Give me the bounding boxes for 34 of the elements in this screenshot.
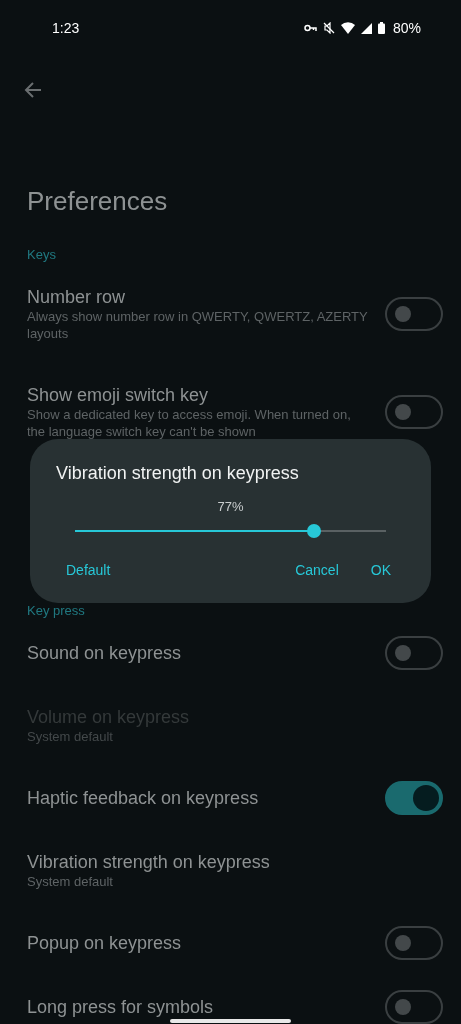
toggle-switch[interactable] bbox=[385, 926, 443, 960]
home-indicator[interactable] bbox=[170, 1019, 291, 1023]
section-header: Keys bbox=[27, 247, 57, 263]
dialog-button[interactable]: OK bbox=[370, 558, 391, 582]
toggle-switch[interactable] bbox=[385, 781, 443, 815]
slider-value: 77% bbox=[217, 499, 244, 515]
setting-title[interactable]: Sound on keypress bbox=[27, 642, 369, 664]
mute-icon bbox=[322, 22, 335, 34]
dialog-button[interactable]: Default bbox=[66, 558, 111, 582]
setting-title[interactable]: Haptic feedback on keypress bbox=[27, 787, 369, 809]
toggle-switch[interactable] bbox=[385, 636, 443, 670]
wifi-icon bbox=[340, 22, 355, 34]
key-icon bbox=[303, 24, 317, 32]
section-header: Key press bbox=[27, 603, 86, 619]
setting-title[interactable]: Show emoji switch key bbox=[27, 384, 369, 406]
status-time: 1:23 bbox=[52, 20, 81, 36]
toggle-switch[interactable] bbox=[385, 395, 443, 429]
setting-title[interactable]: Number row bbox=[27, 286, 369, 308]
battery-icon bbox=[377, 22, 385, 34]
setting-summary: Always show number row in QWERTY, QWERTZ, AZERTY layouts bbox=[27, 308, 369, 342]
setting-summary: Show a dedicated key to access emoji. When turned on, the language switch key can't be shown bbox=[27, 406, 352, 440]
signal-icon bbox=[360, 22, 372, 34]
dialog-button[interactable]: Cancel bbox=[295, 558, 339, 582]
toggle-switch[interactable] bbox=[385, 297, 443, 331]
battery-percent: 80% bbox=[392, 20, 421, 36]
dialog-title: Vibration strength on keypress bbox=[56, 462, 300, 485]
slider-thumb[interactable] bbox=[307, 524, 322, 538]
setting-summary: System default bbox=[27, 873, 114, 890]
page-title: Preferences bbox=[27, 186, 169, 216]
setting-summary: System default bbox=[27, 728, 114, 745]
setting-title[interactable]: Popup on keypress bbox=[27, 932, 369, 954]
toggle-switch[interactable] bbox=[385, 990, 443, 1024]
setting-title[interactable]: Vibration strength on keypress bbox=[27, 851, 443, 873]
setting-title[interactable]: Long press for symbols bbox=[27, 996, 369, 1018]
